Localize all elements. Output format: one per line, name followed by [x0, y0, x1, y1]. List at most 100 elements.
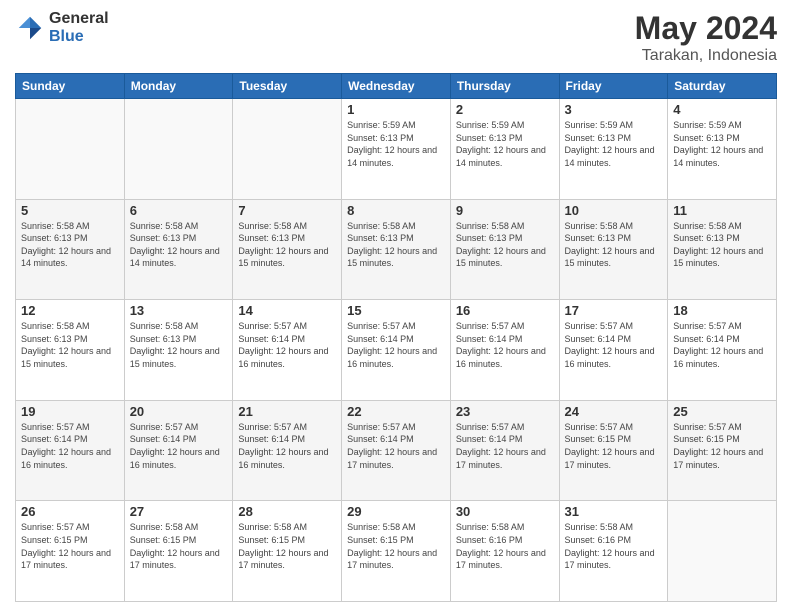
calendar-cell: 29 Sunrise: 5:58 AM Sunset: 6:15 PM Dayli…	[342, 501, 451, 602]
day-number: 21	[238, 404, 336, 419]
calendar-cell: 22 Sunrise: 5:57 AM Sunset: 6:14 PM Dayli…	[342, 400, 451, 501]
day-header-friday: Friday	[559, 74, 668, 99]
day-header-saturday: Saturday	[668, 74, 777, 99]
day-info: Sunrise: 5:57 AM Sunset: 6:14 PM Dayligh…	[21, 421, 119, 471]
calendar-cell: 7 Sunrise: 5:58 AM Sunset: 6:13 PM Daylig…	[233, 199, 342, 300]
day-info: Sunrise: 5:58 AM Sunset: 6:15 PM Dayligh…	[238, 521, 336, 571]
day-info: Sunrise: 5:58 AM Sunset: 6:13 PM Dayligh…	[456, 220, 554, 270]
calendar-cell: 2Sunrise: 5:59 AM Sunset: 6:13 PM Daylig…	[450, 99, 559, 200]
calendar-cell: 30 Sunrise: 5:58 AM Sunset: 6:16 PM Dayli…	[450, 501, 559, 602]
week-row-1: 1 Sunrise: 5:59 AM Sunset: 6:13 PM Daylig…	[16, 99, 777, 200]
day-number: 16	[456, 303, 554, 318]
calendar-cell: 1 Sunrise: 5:59 AM Sunset: 6:13 PM Daylig…	[342, 99, 451, 200]
day-number: 5	[21, 203, 119, 218]
day-number: 8	[347, 203, 445, 218]
day-header-thursday: Thursday	[450, 74, 559, 99]
day-number: 25	[673, 404, 771, 419]
day-number: 28	[238, 504, 336, 519]
day-info: Sunrise: 5:57 AM Sunset: 6:14 PM Dayligh…	[673, 320, 771, 370]
day-number: 6	[130, 203, 228, 218]
day-info: Sunrise: 5:57 AM Sunset: 6:14 PM Dayligh…	[456, 320, 554, 370]
day-number: 7	[238, 203, 336, 218]
logo-blue: Blue	[49, 28, 109, 46]
week-row-4: 19 Sunrise: 5:57 AM Sunset: 6:14 PM Dayli…	[16, 400, 777, 501]
calendar-cell: 28 Sunrise: 5:58 AM Sunset: 6:15 PM Dayli…	[233, 501, 342, 602]
day-number: 27	[130, 504, 228, 519]
day-number: 30	[456, 504, 554, 519]
main-title: May 2024	[635, 10, 777, 47]
calendar: SundayMondayTuesdayWednesdayThursdayFrid…	[15, 73, 777, 602]
calendar-cell: 27 Sunrise: 5:58 AM Sunset: 6:15 PM Dayli…	[124, 501, 233, 602]
day-number: 4	[673, 102, 771, 117]
day-info: Sunrise: 5:59 AM Sunset: 6:13 PM Dayligh…	[456, 119, 554, 169]
day-info: Sunrise: 5:58 AM Sunset: 6:13 PM Dayligh…	[565, 220, 663, 270]
day-info: Sunrise: 5:57 AM Sunset: 6:14 PM Dayligh…	[238, 320, 336, 370]
week-row-2: 5 Sunrise: 5:58 AM Sunset: 6:13 PM Daylig…	[16, 199, 777, 300]
calendar-cell	[16, 99, 125, 200]
calendar-cell: 9 Sunrise: 5:58 AM Sunset: 6:13 PM Daylig…	[450, 199, 559, 300]
day-info: Sunrise: 5:59 AM Sunset: 6:13 PM Dayligh…	[565, 119, 663, 169]
day-number: 20	[130, 404, 228, 419]
day-info: Sunrise: 5:58 AM Sunset: 6:13 PM Dayligh…	[238, 220, 336, 270]
calendar-cell: 20 Sunrise: 5:57 AM Sunset: 6:14 PM Dayli…	[124, 400, 233, 501]
day-number: 31	[565, 504, 663, 519]
day-info: Sunrise: 5:57 AM Sunset: 6:14 PM Dayligh…	[347, 421, 445, 471]
day-info: Sunrise: 5:57 AM Sunset: 6:15 PM Dayligh…	[673, 421, 771, 471]
day-header-monday: Monday	[124, 74, 233, 99]
day-number: 13	[130, 303, 228, 318]
day-info: Sunrise: 5:57 AM Sunset: 6:14 PM Dayligh…	[238, 421, 336, 471]
calendar-cell: 25 Sunrise: 5:57 AM Sunset: 6:15 PM Dayli…	[668, 400, 777, 501]
day-number: 1	[347, 102, 445, 117]
day-number: 14	[238, 303, 336, 318]
day-number: 26	[21, 504, 119, 519]
calendar-cell: 14 Sunrise: 5:57 AM Sunset: 6:14 PM Dayli…	[233, 300, 342, 401]
day-number: 15	[347, 303, 445, 318]
calendar-cell: 12Sunrise: 5:58 AM Sunset: 6:13 PM Dayli…	[16, 300, 125, 401]
day-info: Sunrise: 5:58 AM Sunset: 6:13 PM Dayligh…	[347, 220, 445, 270]
day-number: 3	[565, 102, 663, 117]
calendar-cell: 8 Sunrise: 5:58 AM Sunset: 6:13 PM Daylig…	[342, 199, 451, 300]
calendar-cell: 5Sunrise: 5:58 AM Sunset: 6:13 PM Daylig…	[16, 199, 125, 300]
day-info: Sunrise: 5:58 AM Sunset: 6:15 PM Dayligh…	[347, 521, 445, 571]
day-info: Sunrise: 5:58 AM Sunset: 6:13 PM Dayligh…	[21, 320, 119, 370]
day-info: Sunrise: 5:57 AM Sunset: 6:14 PM Dayligh…	[130, 421, 228, 471]
week-row-5: 26 Sunrise: 5:57 AM Sunset: 6:15 PM Dayli…	[16, 501, 777, 602]
day-number: 22	[347, 404, 445, 419]
calendar-cell: 15 Sunrise: 5:57 AM Sunset: 6:14 PM Dayli…	[342, 300, 451, 401]
day-number: 19	[21, 404, 119, 419]
calendar-cell	[668, 501, 777, 602]
page: General Blue May 2024 Tarakan, Indonesia…	[0, 0, 792, 612]
day-info: Sunrise: 5:57 AM Sunset: 6:15 PM Dayligh…	[21, 521, 119, 571]
day-number: 9	[456, 203, 554, 218]
day-info: Sunrise: 5:57 AM Sunset: 6:14 PM Dayligh…	[456, 421, 554, 471]
day-info: Sunrise: 5:58 AM Sunset: 6:15 PM Dayligh…	[130, 521, 228, 571]
day-number: 18	[673, 303, 771, 318]
day-info: Sunrise: 5:57 AM Sunset: 6:14 PM Dayligh…	[347, 320, 445, 370]
day-number: 10	[565, 203, 663, 218]
day-info: Sunrise: 5:59 AM Sunset: 6:13 PM Dayligh…	[347, 119, 445, 169]
calendar-cell: 6 Sunrise: 5:58 AM Sunset: 6:13 PM Daylig…	[124, 199, 233, 300]
days-header-row: SundayMondayTuesdayWednesdayThursdayFrid…	[16, 74, 777, 99]
title-section: May 2024 Tarakan, Indonesia	[635, 10, 777, 65]
day-header-tuesday: Tuesday	[233, 74, 342, 99]
calendar-cell: 19 Sunrise: 5:57 AM Sunset: 6:14 PM Dayli…	[16, 400, 125, 501]
calendar-cell: 16 Sunrise: 5:57 AM Sunset: 6:14 PM Dayli…	[450, 300, 559, 401]
calendar-cell: 10 Sunrise: 5:58 AM Sunset: 6:13 PM Dayli…	[559, 199, 668, 300]
day-info: Sunrise: 5:58 AM Sunset: 6:16 PM Dayligh…	[456, 521, 554, 571]
logo-icon	[15, 13, 45, 43]
day-info: Sunrise: 5:58 AM Sunset: 6:16 PM Dayligh…	[565, 521, 663, 571]
calendar-cell: 17Sunrise: 5:57 AM Sunset: 6:14 PM Dayli…	[559, 300, 668, 401]
day-info: Sunrise: 5:59 AM Sunset: 6:13 PM Dayligh…	[673, 119, 771, 169]
day-number: 11	[673, 203, 771, 218]
day-info: Sunrise: 5:58 AM Sunset: 6:13 PM Dayligh…	[130, 220, 228, 270]
day-info: Sunrise: 5:57 AM Sunset: 6:15 PM Dayligh…	[565, 421, 663, 471]
calendar-cell: 13Sunrise: 5:58 AM Sunset: 6:13 PM Dayli…	[124, 300, 233, 401]
header: General Blue May 2024 Tarakan, Indonesia	[15, 10, 777, 65]
calendar-cell: 31 Sunrise: 5:58 AM Sunset: 6:16 PM Dayli…	[559, 501, 668, 602]
logo-text: General Blue	[49, 10, 109, 45]
calendar-cell: 4 Sunrise: 5:59 AM Sunset: 6:13 PM Daylig…	[668, 99, 777, 200]
calendar-cell: 11Sunrise: 5:58 AM Sunset: 6:13 PM Dayli…	[668, 199, 777, 300]
day-number: 29	[347, 504, 445, 519]
logo: General Blue	[15, 10, 109, 45]
day-header-sunday: Sunday	[16, 74, 125, 99]
